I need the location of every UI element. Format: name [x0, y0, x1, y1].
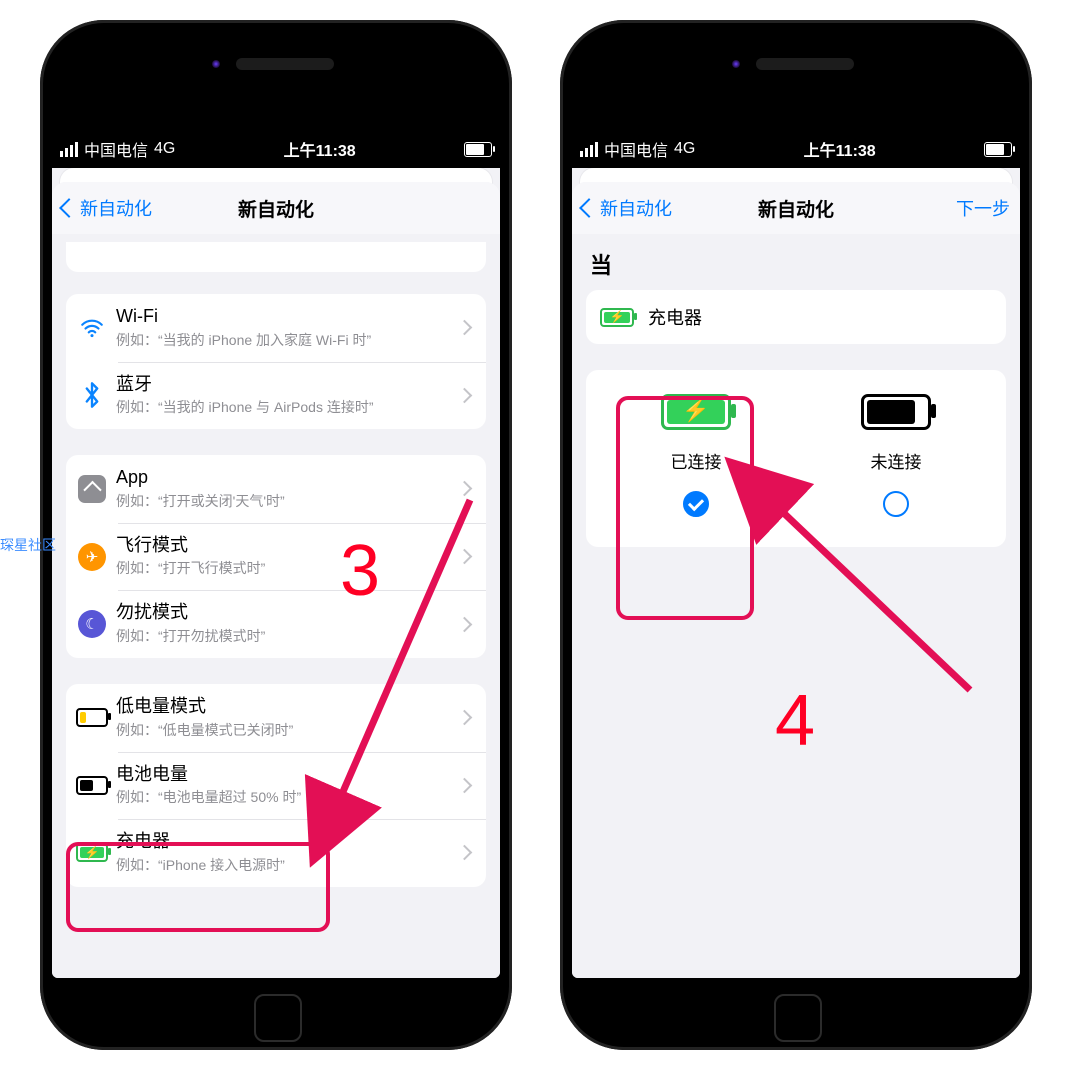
trigger-battery-level[interactable]: 电池电量 例如：“电池电量超过 50% 时” [66, 752, 486, 820]
option-connected-label: 已连接 [671, 448, 722, 473]
chevron-right-icon [457, 481, 473, 497]
trigger-level-sub: 例如：“电池电量超过 50% 时” [116, 787, 459, 807]
nav-back-label: 新自动化 [80, 195, 152, 221]
group-stub [66, 242, 486, 272]
network-label: 4G [674, 140, 695, 158]
home-button-icon [254, 994, 302, 1042]
trigger-bt-sub: 例如：“当我的 iPhone 与 AirPods 连接时” [116, 397, 459, 417]
carrier-label: 中国电信 [604, 137, 668, 161]
trigger-low-title: 低电量模式 [116, 696, 459, 718]
trigger-dnd-sub: 例如：“打开勿扰模式时” [116, 626, 459, 646]
trigger-app-sub: 例如：“打开或关闭'天气'时” [116, 491, 459, 511]
modal-sheet: 新自动化 新自动化 下一步 当 ⚡ 充电器 ⚡ 已连接 [572, 182, 1020, 978]
option-disconnected-label: 未连接 [871, 448, 922, 473]
chevron-right-icon [457, 845, 473, 861]
chevron-right-icon [457, 778, 473, 794]
low-power-icon [76, 708, 108, 727]
signal-icon [60, 142, 78, 157]
nav-bar: 新自动化 新自动化 下一步 [572, 182, 1020, 234]
battery-charging-icon: ⚡ [661, 394, 731, 430]
charger-icon: ⚡ [600, 308, 634, 327]
phone-bezel-bottom [40, 978, 512, 1050]
front-camera-icon [732, 60, 740, 68]
home-button-icon [774, 994, 822, 1042]
trigger-dnd-title: 勿扰模式 [116, 602, 459, 624]
trigger-bt-title: 蓝牙 [116, 374, 459, 396]
trigger-level-title: 电池电量 [116, 764, 459, 786]
status-bar: 中国电信 4G 上午11:38 [52, 130, 500, 168]
wifi-icon [76, 315, 108, 341]
phone-bezel-top [560, 20, 1032, 130]
status-bar: 中国电信 4G 上午11:38 [572, 130, 1020, 168]
trigger-wifi-title: Wi-Fi [116, 306, 459, 328]
charger-options: ⚡ 已连接 未连接 [586, 370, 1006, 547]
trigger-plane-sub: 例如：“打开飞行模式时” [116, 558, 459, 578]
nav-back-button[interactable]: 新自动化 [582, 195, 672, 221]
chevron-right-icon [457, 549, 473, 565]
screen-left: 新自动化 新自动化 Wi-Fi 例如：“当我的 iPhone 加入家庭 Wi-F… [52, 168, 500, 978]
trigger-low-sub: 例如：“低电量模式已关闭时” [116, 720, 459, 740]
battery-status-icon [464, 142, 492, 157]
modal-sheet: 新自动化 新自动化 Wi-Fi 例如：“当我的 iPhone 加入家庭 Wi-F… [52, 182, 500, 978]
chevron-right-icon [457, 616, 473, 632]
status-time: 上午11:38 [284, 137, 356, 161]
nav-back-button[interactable]: 新自动化 [62, 195, 152, 221]
phone-bezel-top [40, 20, 512, 130]
network-label: 4G [154, 140, 175, 158]
chevron-right-icon [457, 388, 473, 404]
radio-checked-icon[interactable] [683, 491, 709, 517]
trigger-summary-label: 充电器 [648, 304, 702, 330]
trigger-group-connectivity: Wi-Fi 例如：“当我的 iPhone 加入家庭 Wi-Fi 时” 蓝牙 例如… [66, 294, 486, 429]
option-disconnected[interactable]: 未连接 [806, 394, 986, 517]
app-icon [76, 475, 108, 503]
trigger-plane-title: 飞行模式 [116, 535, 459, 557]
annotation-step-4: 4 [775, 680, 815, 762]
trigger-bluetooth[interactable]: 蓝牙 例如：“当我的 iPhone 与 AirPods 连接时” [66, 362, 486, 430]
nav-bar: 新自动化 新自动化 [52, 182, 500, 234]
watermark-text: 琛星社区 [0, 535, 56, 555]
chevron-right-icon [457, 710, 473, 726]
trigger-wifi-sub: 例如：“当我的 iPhone 加入家庭 Wi-Fi 时” [116, 330, 459, 350]
screen-right: 新自动化 新自动化 下一步 当 ⚡ 充电器 ⚡ 已连接 [572, 168, 1020, 978]
bluetooth-icon [76, 382, 108, 408]
battery-level-icon [76, 776, 108, 795]
chevron-right-icon [457, 320, 473, 336]
trigger-group-battery: 低电量模式 例如：“低电量模式已关闭时” 电池电量 例如：“电池电量超过 50%… [66, 684, 486, 887]
chevron-left-icon [579, 198, 599, 218]
charger-config: 当 ⚡ 充电器 ⚡ 已连接 未连接 [572, 234, 1020, 978]
trigger-charger[interactable]: ⚡ 充电器 例如：“iPhone 接入电源时” [66, 819, 486, 887]
signal-icon [580, 142, 598, 157]
chevron-left-icon [59, 198, 79, 218]
carrier-label: 中国电信 [84, 137, 148, 161]
speaker-icon [756, 58, 854, 70]
trigger-dnd[interactable]: ☾ 勿扰模式 例如：“打开勿扰模式时” [66, 590, 486, 658]
trigger-airplane[interactable]: ✈ 飞行模式 例如：“打开飞行模式时” [66, 523, 486, 591]
front-camera-icon [212, 60, 220, 68]
trigger-chg-title: 充电器 [116, 831, 459, 853]
option-connected[interactable]: ⚡ 已连接 [606, 394, 786, 517]
trigger-low-power[interactable]: 低电量模式 例如：“低电量模式已关闭时” [66, 684, 486, 752]
annotation-step-3: 3 [340, 530, 380, 612]
charger-icon: ⚡ [76, 843, 108, 862]
nav-next-button[interactable]: 下一步 [956, 195, 1010, 221]
when-label: 当 [590, 248, 1002, 280]
phone-mockup-right: 中国电信 4G 上午11:38 新自动化 新自动化 下一步 当 ⚡ 充电器 [560, 20, 1032, 1050]
trigger-summary-card[interactable]: ⚡ 充电器 [586, 290, 1006, 344]
phone-bezel-bottom [560, 978, 1032, 1050]
dnd-icon: ☾ [76, 610, 108, 638]
trigger-list[interactable]: Wi-Fi 例如：“当我的 iPhone 加入家庭 Wi-Fi 时” 蓝牙 例如… [52, 234, 500, 978]
trigger-group-modes: App 例如：“打开或关闭'天气'时” ✈ 飞行模式 例如：“打开飞行模式时” [66, 455, 486, 658]
trigger-app[interactable]: App 例如：“打开或关闭'天气'时” [66, 455, 486, 523]
nav-back-label: 新自动化 [600, 195, 672, 221]
trigger-app-title: App [116, 467, 459, 489]
battery-icon [861, 394, 931, 430]
radio-unchecked-icon[interactable] [883, 491, 909, 517]
trigger-wifi[interactable]: Wi-Fi 例如：“当我的 iPhone 加入家庭 Wi-Fi 时” [66, 294, 486, 362]
phone-mockup-left: 中国电信 4G 上午11:38 新自动化 新自动化 [40, 20, 512, 1050]
speaker-icon [236, 58, 334, 70]
battery-status-icon [984, 142, 1012, 157]
trigger-chg-sub: 例如：“iPhone 接入电源时” [116, 855, 459, 875]
status-time: 上午11:38 [804, 137, 876, 161]
airplane-icon: ✈ [76, 543, 108, 571]
